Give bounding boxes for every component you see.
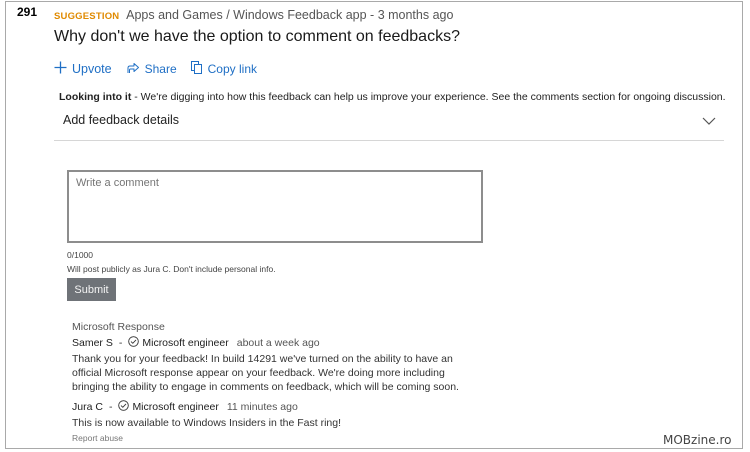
author-role: Microsoft engineer: [142, 337, 229, 349]
meta-separator: -: [370, 8, 375, 22]
suggestion-tag: SUGGESTION: [54, 11, 120, 22]
response-heading: Microsoft Response: [72, 321, 165, 333]
feedback-meta: SUGGESTION Apps and Games / Windows Feed…: [54, 8, 453, 22]
comment-author[interactable]: Jura C: [72, 401, 103, 413]
comment-author-line: Jura C - Microsoft engineer 11 minutes a…: [72, 400, 459, 414]
feedback-category[interactable]: Apps and Games / Windows Feedback app: [126, 8, 366, 22]
upvote-label: Upvote: [72, 62, 112, 76]
divider: [54, 140, 724, 141]
check-circle-icon: [118, 400, 130, 414]
chevron-down-icon[interactable]: [702, 113, 716, 125]
microsoft-response: Microsoft Response Samer S - Microsoft e…: [72, 321, 459, 443]
feedback-age: 3 months ago: [377, 8, 454, 22]
copy-link-label: Copy link: [207, 62, 257, 76]
author-role: Microsoft engineer: [132, 401, 219, 413]
comment-input[interactable]: [67, 170, 483, 243]
response-time: about a week ago: [236, 337, 320, 349]
check-circle-icon: [128, 336, 140, 350]
plus-icon: [54, 61, 67, 77]
copy-icon: [190, 61, 203, 77]
character-count: 0/1000: [67, 250, 93, 260]
comment-time: 11 minutes ago: [226, 401, 298, 413]
author-separator: -: [108, 401, 113, 413]
status-label: Looking into it: [59, 91, 132, 103]
action-bar: Upvote Share Copy link: [54, 61, 271, 77]
post-hint: Will post publicly as Jura C. Don't incl…: [67, 264, 276, 274]
comment-body: This is now available to Windows Insider…: [72, 416, 459, 430]
upvote-button[interactable]: Upvote: [54, 61, 112, 77]
response-author-line: Samer S - Microsoft engineer about a wee…: [72, 336, 459, 350]
share-button[interactable]: Share: [126, 62, 177, 77]
author-separator: -: [118, 337, 123, 349]
submit-button[interactable]: Submit: [67, 278, 116, 301]
comment-line: This is now available to Windows Insider…: [72, 417, 342, 429]
watermark: MOBzine.ro: [663, 433, 732, 447]
report-abuse-link[interactable]: Report abuse: [72, 433, 459, 443]
add-feedback-details[interactable]: Add feedback details: [63, 113, 179, 127]
status-text: - We're digging into how this feedback c…: [131, 91, 726, 103]
feedback-title: Why don't we have the option to comment …: [54, 28, 460, 45]
vote-count: 291: [17, 5, 38, 19]
status-message: Looking into it - We're digging into how…: [59, 91, 726, 103]
response-author[interactable]: Samer S: [72, 337, 113, 349]
response-line: official Microsoft response appear on yo…: [72, 367, 445, 379]
share-label: Share: [144, 62, 177, 76]
share-icon: [126, 62, 140, 77]
response-body: Thank you for your feedback! In build 14…: [72, 352, 459, 394]
response-line: bringing the ability to engage in commen…: [72, 381, 459, 393]
response-line: Thank you for your feedback! In build 14…: [72, 353, 453, 365]
copy-link-button[interactable]: Copy link: [190, 61, 257, 77]
